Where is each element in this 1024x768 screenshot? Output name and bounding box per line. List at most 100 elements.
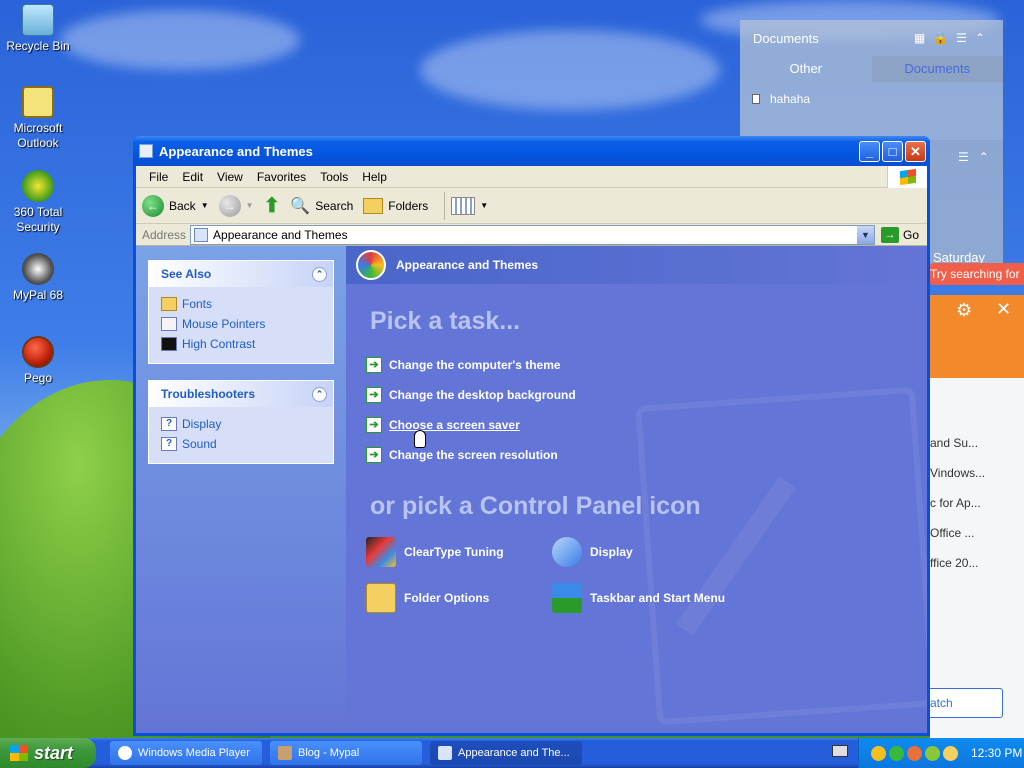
views-button[interactable]: ▼ — [451, 196, 488, 215]
desktop-icon-360-total-security[interactable]: 360 Total Security — [0, 170, 76, 235]
troubleshooters-title: Troubleshooters — [161, 387, 256, 401]
category-title: Appearance and Themes — [396, 258, 539, 272]
task-list: ➔ Change the computer's theme ➔ Change the… — [366, 350, 576, 470]
menu-edit[interactable]: Edit — [175, 170, 210, 184]
taskbar-button-mypal[interactable]: Blog - Mypal — [270, 741, 422, 765]
pego-icon[interactable] — [907, 745, 922, 761]
start-button[interactable]: start — [0, 738, 96, 768]
search-button[interactable]: 🔍 Search — [290, 196, 353, 216]
minimize-button[interactable]: _ — [859, 140, 880, 162]
chevron-down-icon[interactable]: ▼ — [856, 225, 874, 244]
desktop-icon-label: Pego — [23, 371, 53, 385]
address-field[interactable]: Appearance and Themes ▼ — [190, 224, 875, 245]
link-high-contrast[interactable]: High Contrast — [161, 334, 321, 354]
search-icon[interactable] — [943, 745, 958, 761]
chevron-down-icon[interactable]: ▼ — [246, 201, 254, 210]
shield-plus-icon — [22, 170, 54, 202]
link-display[interactable]: ? Display — [161, 414, 321, 434]
taskbar-button-appearance[interactable]: Appearance and The... — [430, 741, 582, 765]
link-mouse-pointers[interactable]: Mouse Pointers — [161, 314, 321, 334]
desktop-icon-pego[interactable]: Pego — [0, 336, 76, 386]
clock[interactable]: 12:30 PM — [971, 746, 1022, 760]
windows-flag-icon — [900, 168, 916, 186]
cp-cleartype[interactable]: ClearType Tuning — [366, 536, 552, 568]
up-folder-button[interactable]: ⬆ — [264, 193, 281, 218]
maximize-button[interactable]: □ — [882, 140, 903, 162]
search-button[interactable]: atch — [926, 688, 1003, 718]
close-icon[interactable]: ✕ — [996, 299, 1011, 320]
title-bar[interactable]: Appearance and Themes _ □ ✕ — [133, 136, 930, 166]
keyboard-icon[interactable] — [832, 745, 848, 757]
list-item[interactable]: ffice 20... — [930, 556, 978, 570]
recycle-icon[interactable] — [889, 745, 904, 761]
see-also-title: See Also — [161, 267, 212, 281]
desktop-icon-recycle-bin[interactable]: Recycle Bin — [0, 4, 76, 54]
address-bar: Address Appearance and Themes ▼ → Go — [136, 224, 927, 246]
desktop-icon-label: MyPal 68 — [12, 288, 64, 302]
cp-label: Folder Options — [404, 591, 490, 605]
hand-cursor-icon — [414, 430, 426, 448]
list-item[interactable]: and Su... — [930, 436, 978, 450]
see-also-header[interactable]: See Also ⌃ — [149, 261, 333, 287]
cleartype-icon — [366, 537, 396, 567]
shield-icon[interactable] — [871, 745, 886, 761]
collapse-icon[interactable]: ⌃ — [312, 266, 327, 282]
notification-list: and Su... Vindows... c for Ap... Office … — [926, 378, 1024, 738]
views-icon — [451, 196, 476, 215]
go-button[interactable]: → Go — [875, 226, 927, 243]
link-label: Fonts — [182, 297, 213, 311]
arrow-right-icon: ➔ — [366, 447, 382, 463]
task-screen-resolution[interactable]: ➔ Change the screen resolution — [366, 440, 576, 470]
taskbar-button-label: Appearance and The... — [458, 747, 570, 759]
cp-display[interactable]: Display — [552, 536, 752, 568]
red-ball-icon — [22, 336, 54, 368]
forward-button[interactable]: → ▼ — [218, 194, 254, 217]
document-item[interactable]: hahaha — [740, 82, 1003, 116]
link-label: Mouse Pointers — [182, 317, 266, 331]
troubleshooters-header[interactable]: Troubleshooters ⌃ — [149, 381, 333, 407]
address-label: Address — [142, 227, 187, 242]
toolbar-separator — [444, 191, 446, 220]
menu-tools[interactable]: Tools — [313, 170, 355, 184]
content-area: See Also ⌃ Fonts Mouse Pointers High Con… — [136, 246, 927, 733]
list-item[interactable]: Office ... — [930, 526, 974, 540]
cp-label: Display — [590, 545, 633, 559]
list-item[interactable]: c for Ap... — [930, 496, 981, 510]
taskbar-button-media-player[interactable]: Windows Media Player — [110, 741, 262, 765]
category-header: Appearance and Themes — [346, 246, 927, 284]
cloud — [60, 10, 300, 70]
collapse-icon[interactable]: ⌃ — [312, 386, 327, 402]
task-change-theme[interactable]: ➔ Change the computer's theme — [366, 350, 576, 380]
link-label: Display — [182, 417, 222, 431]
chevron-down-icon[interactable]: ▼ — [480, 201, 488, 210]
cp-taskbar[interactable]: Taskbar and Start Menu — [552, 582, 752, 614]
close-button[interactable]: ✕ — [905, 140, 926, 162]
security-icon[interactable] — [925, 745, 940, 761]
desktop-icon-outlook[interactable]: Microsoft Outlook — [0, 86, 76, 151]
search-tip[interactable]: Try searching for — [928, 263, 1024, 285]
control-panel-icon — [139, 144, 153, 158]
chevron-down-icon[interactable]: ▼ — [201, 201, 209, 210]
task-change-background[interactable]: ➔ Change the desktop background — [366, 380, 576, 410]
task-screen-saver[interactable]: ➔ Choose a screen saver — [366, 410, 576, 440]
widget-menu-icons[interactable]: ☰⌃ — [958, 150, 999, 164]
link-sound[interactable]: ? Sound — [161, 434, 321, 454]
menu-file[interactable]: File — [142, 170, 175, 184]
widget-toolbar-icons[interactable]: ▦🔒☰⌃ — [914, 31, 993, 45]
tab-documents[interactable]: Documents — [871, 56, 1003, 82]
back-button[interactable]: ← Back ▼ — [142, 194, 209, 217]
gear-icon[interactable]: ⚙ — [956, 300, 972, 321]
tab-other[interactable]: Other — [740, 56, 872, 82]
display-icon — [552, 537, 582, 567]
desktop-icon-mypal[interactable]: MyPal 68 — [0, 253, 76, 303]
menu-help[interactable]: Help — [355, 170, 394, 184]
menu-favorites[interactable]: Favorites — [250, 170, 313, 184]
cp-folder-options[interactable]: Folder Options — [366, 582, 552, 614]
list-item[interactable]: Vindows... — [930, 466, 985, 480]
arrow-right-icon: ➔ — [366, 387, 382, 403]
folders-button[interactable]: Folders — [363, 197, 428, 214]
link-fonts[interactable]: Fonts — [161, 294, 321, 314]
menu-bar: File Edit View Favorites Tools Help — [136, 166, 927, 188]
menu-view[interactable]: View — [210, 170, 250, 184]
outlook-icon — [22, 86, 54, 118]
